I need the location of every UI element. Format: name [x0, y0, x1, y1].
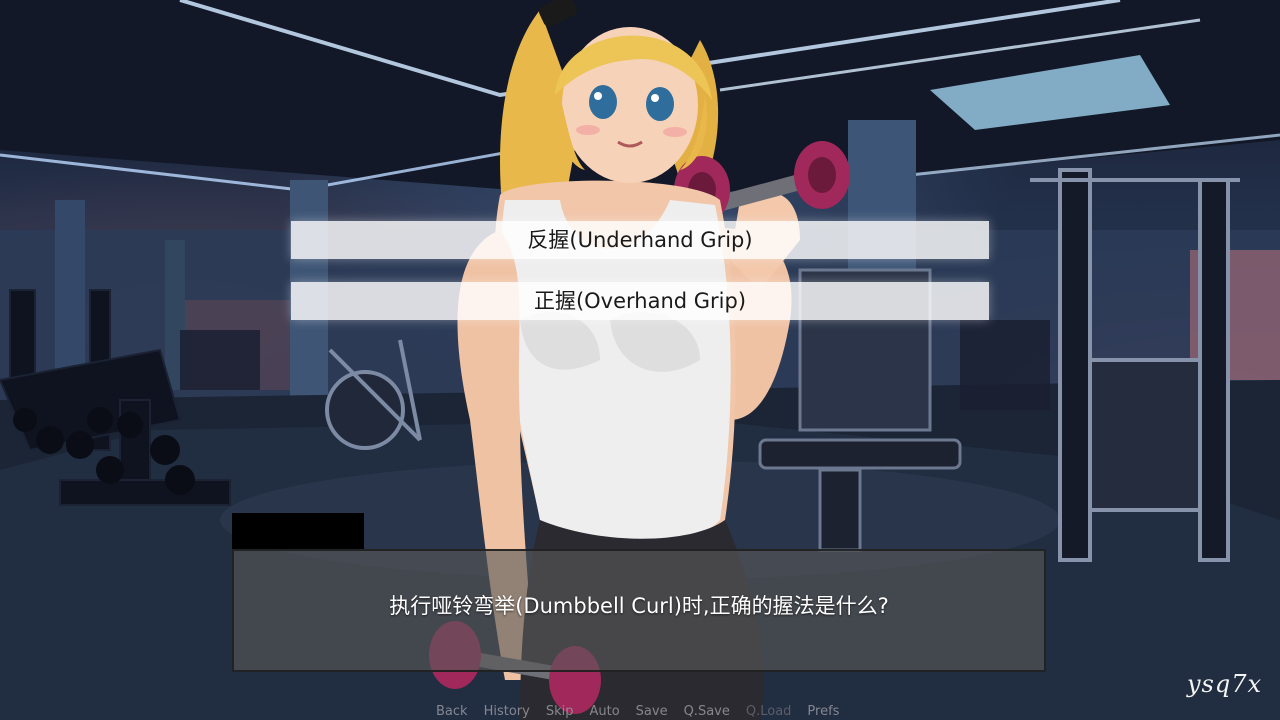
quick-menu-auto[interactable]: Auto [581, 703, 627, 720]
quick-menu: Back History Skip Auto Save Q.Save Q.Loa… [428, 703, 847, 720]
choice-underhand-grip[interactable]: 反握(Underhand Grip) [291, 221, 989, 259]
watermark: ysq7x [1186, 670, 1262, 698]
dialogue-text: 执行哑铃弯举(Dumbbell Curl)时,正确的握法是什么? [389, 594, 889, 618]
dialogue-box[interactable]: 执行哑铃弯举(Dumbbell Curl)时,正确的握法是什么? [232, 549, 1046, 672]
quick-menu-history[interactable]: History [476, 703, 538, 720]
quick-menu-save[interactable]: Save [628, 703, 676, 720]
game-screen[interactable]: 反握(Underhand Grip) 正握(Overhand Grip) 执行哑… [0, 0, 1280, 720]
quick-menu-skip[interactable]: Skip [538, 703, 582, 720]
quick-menu-qload: Q.Load [745, 704, 792, 719]
quick-menu-back[interactable]: Back [428, 703, 476, 720]
quick-menu-prefs[interactable]: Prefs [799, 703, 847, 720]
speaker-namebox [232, 513, 364, 549]
quick-menu-qsave[interactable]: Q.Save [676, 703, 738, 720]
choice-overhand-grip[interactable]: 正握(Overhand Grip) [291, 282, 989, 320]
